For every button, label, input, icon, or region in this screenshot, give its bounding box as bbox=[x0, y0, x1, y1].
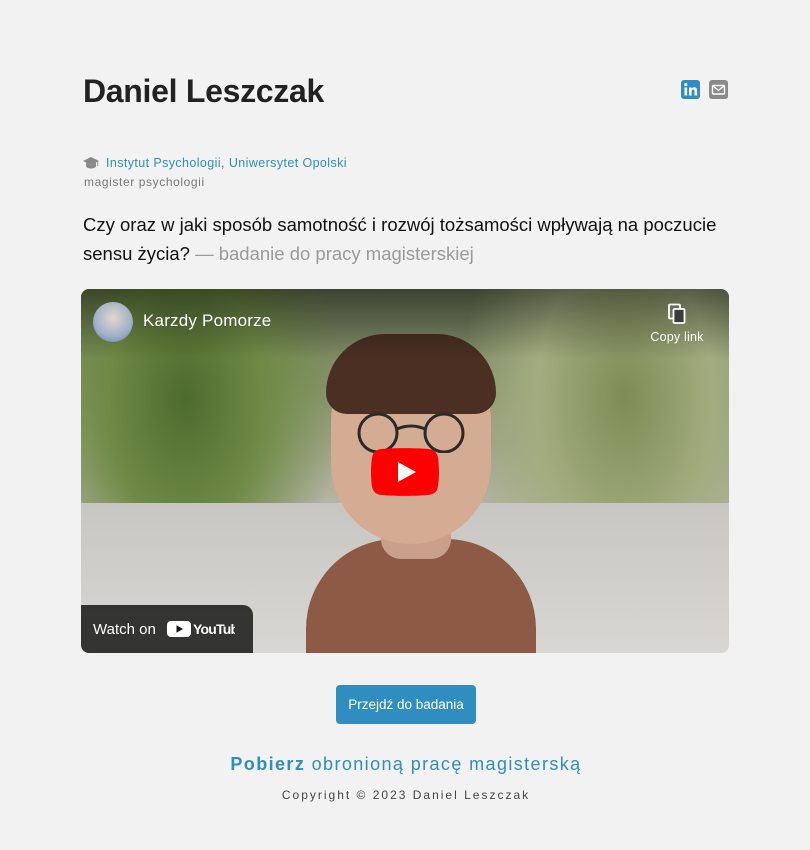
video-person-glasses bbox=[357, 412, 465, 453]
mail-icon bbox=[709, 80, 728, 99]
channel-avatar[interactable] bbox=[93, 302, 133, 342]
youtube-logo-text: YouTube bbox=[193, 621, 235, 637]
start-study-button[interactable]: Przejdź do badania bbox=[336, 685, 476, 724]
youtube-logo-icon: YouTube bbox=[166, 621, 235, 637]
copy-icon bbox=[668, 303, 686, 324]
header: Daniel Leszczak bbox=[83, 0, 729, 152]
page-container: Daniel Leszczak Instytut Psychologii , U… bbox=[81, 0, 729, 802]
study-note: — badanie do pracy magisterskiej bbox=[195, 243, 474, 264]
copy-link-button[interactable]: Copy link bbox=[647, 303, 707, 344]
copyright: Copyright © 2023 Daniel Leszczak bbox=[281, 788, 531, 802]
institute-link[interactable]: Instytut Psychologii bbox=[106, 156, 221, 170]
affiliation-separator: , bbox=[221, 156, 225, 170]
download-text: obronioną pracę magisterską bbox=[311, 754, 582, 774]
affiliation: Instytut Psychologii , Uniwersytet Opols… bbox=[83, 156, 729, 170]
degree-label: magister psychologii bbox=[84, 175, 205, 189]
graduation-cap-icon bbox=[83, 157, 99, 169]
page-title: Daniel Leszczak bbox=[83, 73, 324, 109]
video-embed[interactable]: Karzdy Pomorze Copy link Watch on YouTub… bbox=[81, 289, 729, 653]
email-link[interactable] bbox=[709, 80, 728, 99]
play-button[interactable] bbox=[371, 448, 439, 496]
university-link[interactable]: Uniwersytet Opolski bbox=[229, 156, 347, 170]
linkedin-link[interactable] bbox=[681, 80, 700, 99]
download-bold-text: Pobierz bbox=[230, 754, 306, 774]
download-thesis-link[interactable]: Pobierz obronioną pracę magisterską bbox=[230, 754, 581, 774]
download-thesis: Pobierz obronioną pracę magisterską bbox=[83, 754, 729, 775]
research-question: Czy oraz w jaki sposób samotność i rozwó… bbox=[83, 210, 729, 268]
watch-on-label: Watch on bbox=[93, 620, 156, 638]
watch-on-youtube-button[interactable]: Watch on YouTube bbox=[81, 605, 253, 653]
video-channel-title[interactable]: Karzdy Pomorze bbox=[143, 311, 271, 331]
copy-link-label: Copy link bbox=[650, 330, 704, 344]
social-links bbox=[681, 80, 728, 99]
cta-wrapper: Przejdź do badania bbox=[83, 685, 729, 724]
linkedin-icon bbox=[681, 80, 700, 99]
